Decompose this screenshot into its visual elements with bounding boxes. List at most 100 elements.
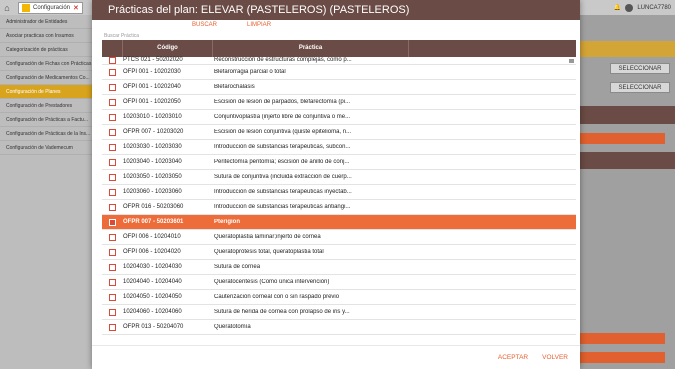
close-tab-icon[interactable]: ✕ — [73, 4, 79, 12]
table-row[interactable]: 10203030 - 10203030 Introducción de subst… — [102, 140, 576, 155]
row-checkbox[interactable] — [108, 233, 116, 241]
row-select-cell — [102, 98, 122, 106]
tab-label: Configuración — [33, 4, 71, 11]
row-code: 10203010 - 10203010 — [123, 114, 182, 120]
row-code: OFPI 006 - 10204010 — [123, 234, 181, 240]
sidebar-item[interactable]: Configuración de Fichas con Prácticas — [0, 57, 92, 71]
row-practice: Queratotomía — [214, 324, 251, 330]
table-row[interactable]: OFPR 007 - 50203601 Pterigion — [102, 215, 576, 230]
sidebar-item[interactable]: Configuración de Vademecum — [0, 141, 92, 155]
header-filler — [408, 40, 576, 57]
row-checkbox[interactable] — [108, 218, 116, 226]
table-row[interactable]: OFPR 007 - 10203020 Escisión de lesión co… — [102, 125, 576, 140]
scrollbar-indicator[interactable] — [569, 59, 574, 63]
sidebar: Administrador de Entidades Asociar practi… — [0, 15, 92, 369]
row-checkbox[interactable] — [108, 188, 116, 196]
row-select-cell — [102, 113, 122, 121]
table-row[interactable]: 10204040 - 10204040 Queratocentesis (Como… — [102, 275, 576, 290]
row-select-cell — [102, 83, 122, 91]
row-checkbox[interactable] — [108, 278, 116, 286]
row-checkbox[interactable] — [108, 158, 116, 166]
modal-actions: BUSCAR LIMPIAR — [192, 22, 271, 28]
clear-button[interactable]: LIMPIAR — [247, 22, 271, 28]
sidebar-item[interactable]: Configuración de Medicamentos Co... — [0, 71, 92, 85]
table-row[interactable]: 10203060 - 10203060 Introducción de subst… — [102, 185, 576, 200]
search-button[interactable]: BUSCAR — [192, 22, 217, 28]
table-row[interactable]: 10204060 - 10204060 Sutura de herida de c… — [102, 305, 576, 320]
row-practice: Introducción de substancias terapéuticas… — [214, 189, 352, 195]
row-code: OFPR 013 - 50204070 — [123, 324, 184, 330]
row-code: OFPI 001 - 10202050 — [123, 99, 181, 105]
bell-icon[interactable]: 🔔 — [614, 4, 621, 11]
row-checkbox[interactable] — [108, 113, 116, 121]
row-checkbox[interactable] — [108, 68, 116, 76]
row-code: OFPR 016 - 50203060 — [123, 204, 184, 210]
select-button-2[interactable]: SELECCIONAR — [610, 82, 670, 93]
row-select-cell — [102, 188, 122, 196]
table-row[interactable]: 10204030 - 10204030 Sutura de córnea — [102, 260, 576, 275]
table-row[interactable]: OFPI 001 - 10202050 Escisión de lesión de… — [102, 95, 576, 110]
row-checkbox[interactable] — [108, 143, 116, 151]
table-row[interactable]: OFPR 016 - 50203060 Introduccion de subst… — [102, 200, 576, 215]
user-name[interactable]: LUNCA7780 — [637, 5, 671, 11]
table-row[interactable]: 10203050 - 10203050 Sutura de conjuntiva … — [102, 170, 576, 185]
table-row[interactable]: 10204050 - 10204050 Cauterización corneal… — [102, 290, 576, 305]
row-practice: Blefarorragia parcial o total — [214, 69, 286, 75]
row-checkbox[interactable] — [108, 293, 116, 301]
sidebar-item[interactable]: Asociar practicas con Insumos — [0, 29, 92, 43]
row-checkbox[interactable] — [108, 263, 116, 271]
sidebar-item[interactable]: Categorización de prácticas — [0, 43, 92, 57]
header-select-column — [102, 40, 122, 57]
row-checkbox[interactable] — [108, 57, 116, 64]
header-code[interactable]: Código — [122, 40, 212, 57]
row-checkbox[interactable] — [108, 83, 116, 91]
user-area: 🔔 LUNCA7780 — [614, 0, 671, 15]
home-icon[interactable]: ⌂ — [0, 0, 14, 15]
sidebar-item[interactable]: Configuración de Prácticas de la Ins... — [0, 127, 92, 141]
right-pane-header — [580, 41, 675, 57]
user-avatar[interactable] — [625, 3, 634, 12]
row-practice: Introducción de substancias terapéuticas… — [214, 144, 351, 150]
row-practice: Reconstrucción de estructuras complejas,… — [214, 57, 352, 63]
table-row[interactable]: 10203040 - 10203040 Peritectomía peritomí… — [102, 155, 576, 170]
row-practice: Queratocentesis (Como única intervención… — [214, 279, 330, 285]
sidebar-item[interactable]: Configuración de Prestadores — [0, 99, 92, 113]
row-checkbox[interactable] — [108, 98, 116, 106]
row-checkbox[interactable] — [108, 323, 116, 331]
row-code: OFPI 001 - 10202030 — [123, 69, 181, 75]
row-select-cell — [102, 308, 122, 316]
right-pane-orange-bar — [580, 133, 665, 144]
sidebar-item[interactable]: Administrador de Entidades — [0, 15, 92, 29]
practices-table: Código Práctica PTCS 021 - 50202020 Recon… — [102, 40, 576, 343]
row-practice: Cauterización corneal con o sin raspado … — [214, 294, 340, 300]
row-checkbox[interactable] — [108, 308, 116, 316]
row-select-cell — [102, 68, 122, 76]
right-pane-orange-bar-2 — [580, 333, 665, 344]
row-practice: Blefarochalasis — [214, 84, 255, 90]
table-row[interactable]: OFPI 006 - 10204020 Queratoprótesis total… — [102, 245, 576, 260]
table-row[interactable]: OFPI 001 - 10202030 Blefarorragia parcial… — [102, 65, 576, 80]
row-checkbox[interactable] — [108, 128, 116, 136]
row-practice: Sutura de herida de córnea con prolapso … — [214, 309, 350, 315]
row-checkbox[interactable] — [108, 203, 116, 211]
table-row[interactable]: PTCS 021 - 50202020 Reconstrucción de est… — [102, 57, 576, 65]
row-checkbox[interactable] — [108, 173, 116, 181]
tab-configuracion[interactable]: Configuración ✕ — [18, 1, 83, 14]
accept-button[interactable]: ACEPTAR — [498, 354, 528, 361]
row-practice: Peritectomía peritomía; escisión de anil… — [214, 159, 350, 165]
search-input[interactable]: Buscar Práctica — [104, 33, 139, 39]
table-row[interactable]: OFPI 006 - 10204010 Queratoplastia lamina… — [102, 230, 576, 245]
back-button[interactable]: VOLVER — [542, 354, 568, 361]
header-practice[interactable]: Práctica — [212, 40, 408, 57]
row-code: 10204040 - 10204040 — [123, 279, 182, 285]
table-row[interactable]: OFPR 013 - 50204070 Queratotomía — [102, 320, 576, 335]
row-checkbox[interactable] — [108, 248, 116, 256]
app-logo-icon — [22, 3, 30, 12]
sidebar-item[interactable]: Configuración de Prácticas a Factu... — [0, 113, 92, 127]
sidebar-item[interactable]: Configuración de Planes — [0, 85, 92, 99]
table-row[interactable]: 10203010 - 10203010 Conjuntivoplastía (in… — [102, 110, 576, 125]
table-row[interactable]: OFPI 001 - 10202040 Blefarochalasis — [102, 80, 576, 95]
right-pane-section-header — [580, 106, 675, 124]
select-button-1[interactable]: SELECCIONAR — [610, 63, 670, 74]
row-code: 10203050 - 10203050 — [123, 174, 182, 180]
